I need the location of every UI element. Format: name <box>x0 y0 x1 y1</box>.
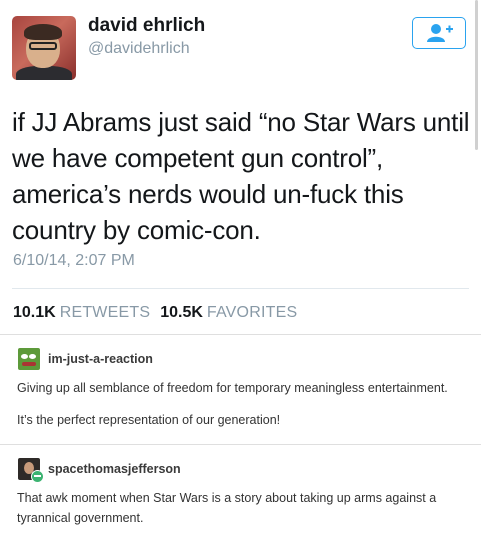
post-text: That awk moment when Star Wars is a stor… <box>17 491 437 525</box>
frog-mouth <box>22 362 36 366</box>
separator <box>0 444 481 445</box>
add-user-icon <box>427 24 453 42</box>
post-text: It’s the perfect representation of our g… <box>17 413 281 427</box>
separator <box>0 334 481 335</box>
display-name[interactable]: david ehrlich <box>88 15 205 37</box>
user-handle[interactable]: @davidehrlich <box>88 40 190 58</box>
avatar-glasses <box>29 42 57 50</box>
frog-avatar[interactable] <box>18 348 40 370</box>
frog-eye <box>29 354 36 359</box>
divider <box>12 288 469 289</box>
post-username[interactable]: im-just-a-reaction <box>48 352 153 366</box>
avatar-hair <box>24 24 62 40</box>
follow-badge-icon <box>31 470 44 483</box>
screenshot-page: david ehrlich @davidehrlich if JJ Abrams… <box>0 0 481 536</box>
favorites-label: FAVORITES <box>206 304 298 321</box>
tweet-timestamp[interactable]: 6/10/14, 2:07 PM <box>13 252 135 270</box>
follow-button[interactable] <box>412 17 466 49</box>
tweet-card: david ehrlich @davidehrlich if JJ Abrams… <box>0 0 481 334</box>
retweets-label: RETWEETS <box>59 304 151 321</box>
tweet-stats: 10.1K RETWEETS 10.5K FAVORITES <box>13 304 307 322</box>
avatar-shirt <box>16 66 72 80</box>
post-username[interactable]: spacethomasjefferson <box>48 462 181 476</box>
post-text: Giving up all semblance of freedom for t… <box>17 381 448 395</box>
favorites-count: 10.5K <box>160 304 203 321</box>
frog-eye <box>21 354 28 359</box>
retweets-count: 10.1K <box>13 304 56 321</box>
tweet-text: if JJ Abrams just said “no Star Wars unt… <box>12 107 470 245</box>
retweets-stat[interactable]: 10.1K RETWEETS <box>13 304 160 321</box>
avatar[interactable] <box>12 16 76 80</box>
scrollbar[interactable] <box>475 0 478 150</box>
favorites-stat[interactable]: 10.5K FAVORITES <box>160 304 307 321</box>
